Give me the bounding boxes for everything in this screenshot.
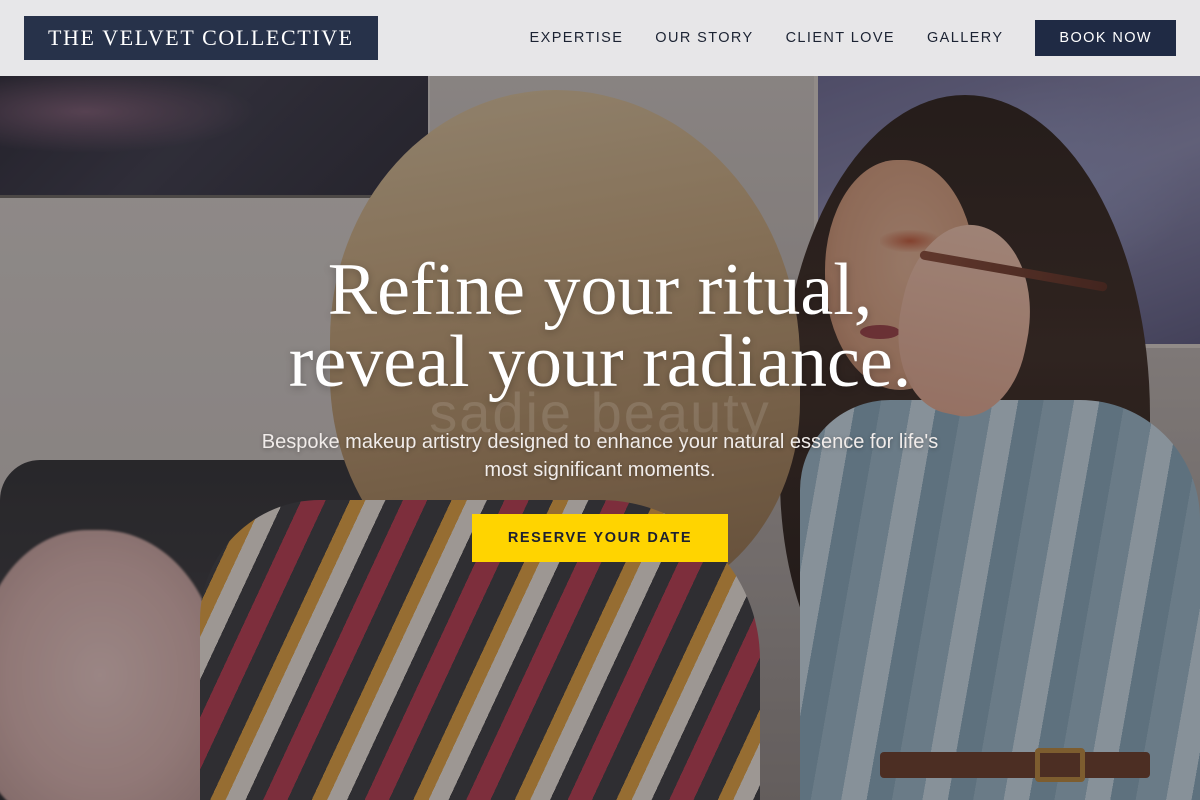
book-now-button[interactable]: BOOK NOW [1035, 20, 1176, 56]
hero-headline: Refine your ritual, reveal your radiance… [0, 249, 1200, 403]
headline-line-2: reveal your radiance. [288, 321, 912, 403]
headline-line-1: Refine your ritual, [327, 249, 873, 331]
nav-link-our-story[interactable]: OUR STORY [655, 30, 753, 46]
main-nav: EXPERTISE OUR STORY CLIENT LOVE GALLERY … [498, 20, 1176, 56]
nav-link-client-love[interactable]: CLIENT LOVE [786, 30, 895, 46]
brand-logo[interactable]: THE VELVET COLLECTIVE [24, 16, 378, 60]
hero-subtext: Bespoke makeup artistry designed to enha… [261, 431, 939, 481]
nav-link-gallery[interactable]: GALLERY [927, 30, 1003, 46]
reserve-date-button[interactable]: RESERVE YOUR DATE [472, 514, 728, 562]
nav-link-expertise[interactable]: EXPERTISE [530, 30, 624, 46]
hero-content: Refine your ritual, reveal your radiance… [0, 249, 1200, 562]
site-header: THE VELVET COLLECTIVE EXPERTISE OUR STOR… [0, 0, 1200, 76]
